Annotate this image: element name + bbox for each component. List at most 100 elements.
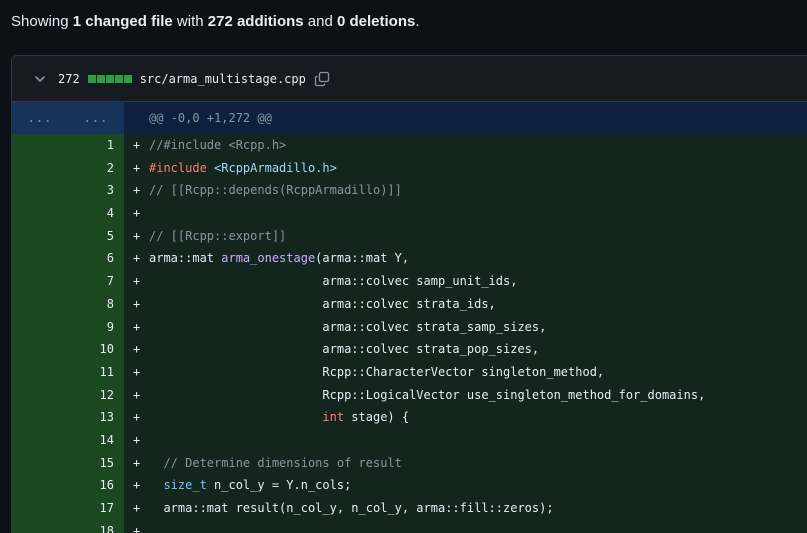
old-line-number[interactable] [12,247,68,271]
summary-mid1: with [172,13,208,30]
summary-mid2: and [303,13,337,30]
diff-line: 11 + Rcpp::CharacterVector singleton_meth… [12,360,807,384]
old-line-number[interactable] [12,474,68,497]
code-content: // Determine dimensions of result [147,452,402,475]
addition-marker: + [133,206,141,221]
diffstat-bar [96,74,105,83]
code-content: arma::mat arma_onestage(arma::mat Y, [147,247,409,270]
addition-marker: + [133,364,141,379]
code-content: arma::colvec strata_samp_sizes, [147,316,546,339]
new-line-number[interactable]: 8 [68,292,124,316]
new-line-number[interactable]: 13 [68,406,124,429]
addition-marker: + [133,138,141,152]
summary-additions: 272 additions [207,13,304,30]
new-line-number[interactable]: 16 [68,474,124,497]
old-line-number[interactable] [12,134,68,157]
chevron-down-icon[interactable] [32,71,48,87]
code-token: arma::colvec strata_samp_sizes, [149,319,547,334]
old-line-number[interactable] [12,224,68,248]
addition-marker: + [133,523,141,533]
diff-summary: Showing 1 changed file with 272 addition… [11,13,420,30]
addition-marker: + [133,228,141,243]
code-content: int stage) { [147,406,409,429]
copy-icon[interactable] [314,71,330,87]
old-line-number[interactable] [12,179,68,203]
code-token: <RcppArmadillo.h> [214,160,337,175]
old-line-number[interactable] [12,406,68,429]
new-line-number[interactable]: 10 [68,338,124,361]
file-diff: 272 src/arma_multistage.cpp ... ... @@ -… [11,55,807,533]
old-line-number[interactable] [12,315,68,339]
new-line-number[interactable]: 12 [68,383,124,407]
addition-marker: + [133,274,141,289]
old-line-number[interactable] [12,519,68,533]
summary-deletions: 0 deletions [337,13,416,30]
diff-line: 6 + arma::mat arma_onestage(arma::mat Y, [12,247,807,271]
old-line-number[interactable] [12,292,68,316]
file-header: 272 src/arma_multistage.cpp [12,56,807,102]
change-count: 272 [58,71,80,86]
hunk-header: @@ -0,0 +1,272 @@ [149,111,272,125]
diff-line: 3 + // [[Rcpp::depends(RcppArmadillo)]] [12,179,807,203]
old-line-number[interactable] [12,497,68,520]
new-line-number[interactable]: 6 [68,247,124,271]
code-content: #include <RcppArmadillo.h> [147,157,337,180]
old-line-number[interactable] [12,202,68,225]
expand-up-button[interactable]: ... [12,102,68,134]
old-line-number[interactable] [12,156,68,180]
old-line-number[interactable] [12,338,68,361]
diffstat-bar [114,74,123,83]
new-line-number[interactable]: 4 [68,202,124,225]
code-token: // [[Rcpp::export]] [149,228,287,243]
diff-line: 15 + // Determine dimensions of result [12,451,807,475]
new-line-number[interactable]: 15 [68,451,124,475]
diffstat-bars [87,74,132,83]
code-content: Rcpp::CharacterVector singleton_method, [147,361,604,384]
code-token: Rcpp::CharacterVector singleton_method, [149,364,605,379]
addition-marker: + [133,387,141,402]
code-token: arma_onestage [221,251,316,266]
new-line-number[interactable]: 2 [68,156,124,180]
code-content: arma::colvec strata_ids, [147,293,496,316]
old-line-number[interactable] [12,428,68,452]
addition-marker: + [133,319,141,334]
code-token: arma::mat [149,251,222,266]
code-token: // Determine dimensions of result [149,455,402,470]
code-content: // [[Rcpp::depends(RcppArmadillo)]] [147,179,402,202]
old-line-number[interactable] [12,383,68,407]
diff-line: 12 + Rcpp::LogicalVector use_singleton_me… [12,383,807,407]
code-token: arma::colvec strata_ids, [149,296,496,311]
new-line-number[interactable]: 14 [68,428,124,452]
diff-line: 1 + //#include <Rcpp.h> [12,134,807,157]
new-line-number[interactable]: 9 [68,315,124,339]
code-content: //#include <Rcpp.h> [147,134,286,157]
new-line-number[interactable]: 7 [68,270,124,293]
code-token: arma::mat result(n_col_y, n_col_y, arma:… [149,501,554,515]
old-line-number[interactable] [12,270,68,293]
new-line-number[interactable]: 11 [68,360,124,384]
addition-marker: + [133,455,141,470]
code-token: size_t [163,478,207,493]
diff-line: 18 + [12,519,807,533]
old-line-number[interactable] [12,451,68,475]
code-token: (arma::mat Y, [315,251,410,266]
new-line-number[interactable]: 18 [68,519,124,533]
diff-line: 4 + [12,202,807,225]
new-line-number[interactable]: 1 [68,134,124,157]
diffstat-bar [105,74,114,83]
summary-prefix: Showing [11,13,73,30]
code-content: arma::colvec samp_unit_ids, [147,270,517,293]
old-line-number[interactable] [12,360,68,384]
diff-line: 16 + size_t n_col_y = Y.n_cols; [12,474,807,497]
code-token: n_col_y = Y.n_cols; [206,478,352,493]
addition-marker: + [133,251,141,266]
new-line-number[interactable]: 3 [68,179,124,203]
code-content: arma::colvec strata_pop_sizes, [147,338,539,361]
new-line-number[interactable]: 5 [68,224,124,248]
expand-down-button[interactable]: ... [68,102,124,134]
new-line-number[interactable]: 17 [68,497,124,520]
file-path-link[interactable]: src/arma_multistage.cpp [140,72,306,86]
addition-marker: + [133,183,141,198]
